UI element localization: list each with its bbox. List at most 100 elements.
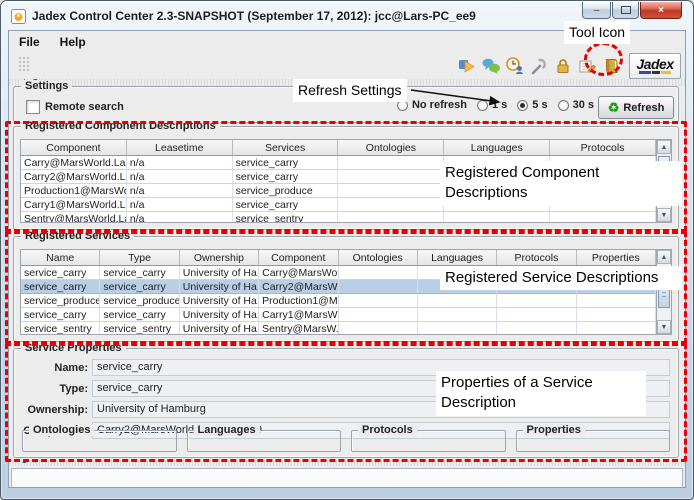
radio-icon[interactable]	[558, 100, 569, 111]
column-header[interactable]: Languages	[418, 250, 497, 266]
table-cell: service_sentry	[233, 212, 339, 223]
toolbar: Jadex	[9, 52, 685, 79]
remote-search-checkbox[interactable]	[26, 100, 40, 114]
table-cell	[339, 280, 418, 294]
menu-help[interactable]: Help	[60, 35, 86, 49]
column-header[interactable]: Protocols	[550, 140, 656, 156]
message-icon[interactable]	[576, 56, 597, 77]
refresh-icon: ♻	[608, 102, 620, 113]
table-cell: service_carry	[100, 266, 179, 280]
table-row[interactable]: Carry1@MarsWorld.La...n/aservice_carry	[21, 198, 656, 212]
window-title: Jadex Control Center 2.3-SNAPSHOT (Septe…	[32, 9, 476, 23]
table-row[interactable]: service_carryservice_carryUniversity of …	[21, 280, 656, 294]
splitter-bottom[interactable]: ▲ ▼	[9, 459, 685, 466]
lock-icon[interactable]	[552, 56, 573, 77]
table-row[interactable]: service_carryservice_carryUniversity of …	[21, 266, 656, 280]
scroll-thumb[interactable]	[658, 278, 670, 308]
table-row[interactable]: Carry2@MarsWorld.La...n/aservice_carry	[21, 170, 656, 184]
table-cell: Carry@MarsWorld.Lar...	[21, 156, 127, 170]
table-cell: service_produce	[233, 184, 339, 198]
close-button[interactable]: ×	[640, 2, 682, 19]
column-header[interactable]: Type	[100, 250, 179, 266]
component-table-scrollbar[interactable]: ▲ ▼	[656, 139, 672, 223]
table-row[interactable]: service_produceservice_produceUniversity…	[21, 294, 656, 308]
splitter-arrows-icon[interactable]: ▲ ▼	[21, 458, 40, 465]
service-properties-title: Service Properties	[21, 342, 126, 354]
table-cell: University of Ha...	[180, 308, 259, 322]
property-field-value[interactable]: University of Hamburg	[92, 401, 670, 418]
table-cell	[338, 156, 444, 170]
wrench-icon[interactable]	[528, 56, 549, 77]
column-header[interactable]: Services	[233, 140, 339, 156]
minimize-button[interactable]: –	[582, 2, 611, 19]
splitter-top[interactable]: ▲ ▼	[9, 79, 685, 86]
scroll-up-icon: ▲	[661, 144, 668, 151]
services-table-scrollbar[interactable]: ▲ ▼	[656, 249, 672, 335]
refresh-radio-30-s[interactable]: 30 s	[558, 99, 594, 111]
column-header[interactable]: Ontologies	[339, 250, 418, 266]
column-header[interactable]: Component	[21, 140, 127, 156]
starter-icon[interactable]	[456, 56, 477, 77]
table-cell	[444, 184, 550, 198]
refresh-radio-1-s[interactable]: 1 s	[477, 99, 507, 111]
radio-icon[interactable]	[397, 100, 408, 111]
jadex-logo-text: Jadex	[636, 58, 673, 70]
refresh-button[interactable]: ♻ Refresh	[598, 96, 674, 119]
table-row[interactable]: Sentry@MarsWorld.La...n/aservice_sentry	[21, 212, 656, 223]
settings-panel: Settings Remote search No refresh1 s5 s3…	[13, 86, 679, 123]
table-cell	[444, 212, 550, 223]
component-descriptions-panel: Registered Component Descriptions Compon…	[13, 126, 679, 230]
table-cell	[550, 170, 656, 184]
table-row[interactable]: Carry@MarsWorld.Lar...n/aservice_carry	[21, 156, 656, 170]
scroll-up-button[interactable]: ▲	[657, 250, 671, 264]
maximize-button[interactable]	[612, 2, 639, 19]
awareness-icon[interactable]	[504, 56, 525, 77]
table-cell	[338, 184, 444, 198]
library-icon[interactable]	[600, 56, 621, 77]
column-header[interactable]: Name	[21, 250, 100, 266]
table-cell	[577, 266, 656, 280]
table-cell: n/a	[127, 170, 233, 184]
scroll-track	[657, 264, 671, 320]
table-cell	[577, 322, 656, 335]
column-header[interactable]: Languages	[444, 140, 550, 156]
toolbar-icons: Jadex	[456, 53, 681, 79]
table-cell: service_carry	[233, 170, 339, 184]
table-row[interactable]: service_carryservice_carryUniversity of …	[21, 308, 656, 322]
refresh-radio-no-refresh[interactable]: No refresh	[397, 99, 467, 111]
refresh-radio-5-s[interactable]: 5 s	[517, 99, 547, 111]
table-row[interactable]: Production1@MarsWo...n/aservice_produce	[21, 184, 656, 198]
toolbar-grip[interactable]	[18, 56, 31, 73]
scroll-down-button[interactable]: ▼	[657, 320, 671, 334]
column-header[interactable]: Protocols	[497, 250, 576, 266]
menu-file[interactable]: File	[19, 35, 40, 49]
jadex-logo-button[interactable]: Jadex	[629, 53, 681, 79]
scroll-up-button[interactable]: ▲	[657, 140, 671, 154]
component-table: ComponentLeasetimeServicesOntologiesLang…	[21, 140, 656, 223]
scroll-down-icon: ▼	[661, 324, 668, 331]
column-header[interactable]: Leasetime	[127, 140, 233, 156]
scroll-thumb[interactable]	[658, 156, 670, 186]
table-row[interactable]: service_sentryservice_sentryUniversity o…	[21, 322, 656, 335]
table-cell	[418, 266, 497, 280]
table-cell: n/a	[127, 184, 233, 198]
table-cell: Sentry@MarsW...	[259, 322, 338, 335]
status-bar	[11, 468, 683, 488]
column-header[interactable]: Ontologies	[338, 140, 444, 156]
column-header[interactable]: Properties	[577, 250, 656, 266]
conversation-icon[interactable]	[480, 56, 501, 77]
property-field-value[interactable]: service_carry	[92, 380, 670, 397]
property-field-value[interactable]: service_carry	[92, 359, 670, 376]
radio-icon[interactable]	[477, 100, 488, 111]
table-cell: service_carry	[100, 308, 179, 322]
scroll-down-button[interactable]: ▼	[657, 208, 671, 222]
property-label: Name:	[22, 362, 88, 374]
column-header[interactable]: Component	[259, 250, 338, 266]
radio-icon[interactable]	[517, 100, 528, 111]
languages-group: Languages	[187, 430, 342, 452]
table-cell: Carry2@MarsWorld.La...	[21, 170, 127, 184]
subgroup-title: Ontologies	[29, 424, 94, 436]
column-header[interactable]: Ownership	[180, 250, 259, 266]
remote-search-option[interactable]: Remote search	[26, 100, 124, 114]
table-cell: service_sentry	[100, 322, 179, 335]
